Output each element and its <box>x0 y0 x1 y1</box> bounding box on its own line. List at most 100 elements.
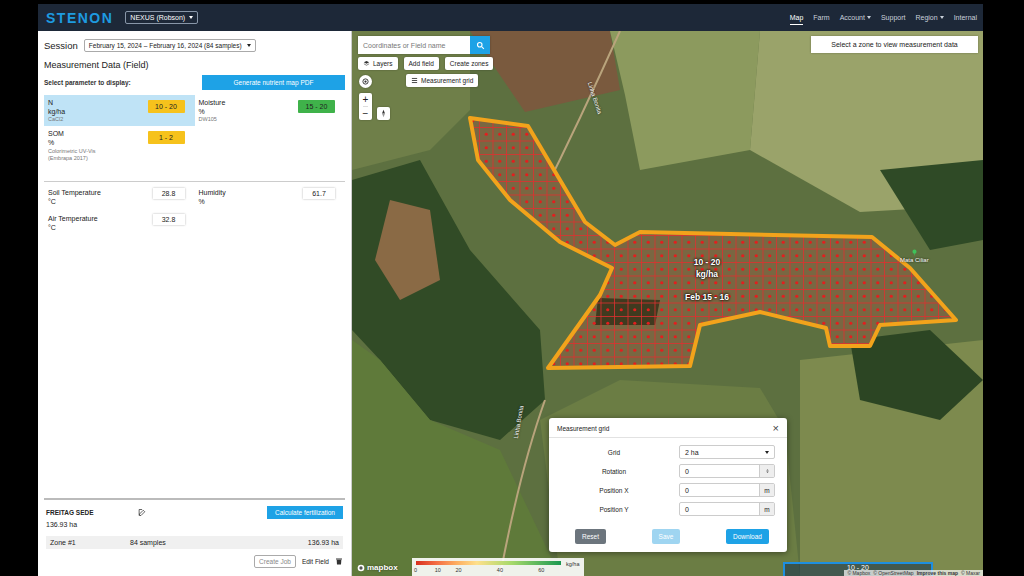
parameter-text: SOM%Colorimetric UV-Vis(Embrapa 2017) <box>48 129 96 161</box>
parameter-option[interactable]: Moisture%DW10515 - 20 <box>195 95 346 126</box>
tool-button[interactable]: Add field <box>404 57 439 70</box>
sample-dot <box>660 295 663 298</box>
sample-dot <box>566 227 569 230</box>
grid-button-label: Measurement grid <box>421 77 473 84</box>
session-select[interactable]: February 15, 2024 – February 16, 2024 (8… <box>84 39 256 52</box>
map-toolbar: Layers Add field Create zones <box>358 57 493 70</box>
reading-unit: °C <box>48 223 98 232</box>
caret-icon <box>247 44 251 47</box>
parameter-option[interactable]: Nkg/haCaCl210 - 20 <box>44 95 195 126</box>
nav-item[interactable]: Region <box>915 11 943 25</box>
nav-item[interactable]: Support <box>881 11 906 25</box>
grid-line <box>709 110 710 372</box>
legend-tick: 40 <box>497 567 503 573</box>
close-button[interactable]: × <box>773 423 779 433</box>
zoom-in-button[interactable]: + <box>363 93 369 107</box>
account-select[interactable]: NEXUS (Robson) <box>125 11 198 24</box>
nav-item[interactable]: Account <box>840 11 871 25</box>
sample-dot <box>687 281 690 284</box>
sample-dot <box>701 281 704 284</box>
parameter-prompt: Select parameter to display: <box>44 79 131 86</box>
setting-input[interactable]: 0m <box>679 502 775 516</box>
parameter-method: Colorimetric UV-Vis <box>48 148 96 155</box>
reading-name: Soil Temperature <box>48 188 101 197</box>
nav-label: Region <box>915 14 937 21</box>
sample-dot <box>566 214 569 217</box>
search-button[interactable] <box>470 36 490 54</box>
sample-dot <box>849 241 852 244</box>
grid-line <box>587 110 588 372</box>
setting-input[interactable]: 2 ha <box>679 445 775 459</box>
sample-dot <box>687 268 690 271</box>
nav-item[interactable]: Farm <box>813 11 829 25</box>
sample-dot <box>822 295 825 298</box>
app: STENONNEXUS (Robson)MapFarmAccountSuppor… <box>38 4 983 576</box>
legend-scale: 010204060 <box>416 561 561 575</box>
compass-button[interactable] <box>377 107 390 120</box>
nav-label: Support <box>881 14 906 21</box>
spinner[interactable] <box>759 465 774 477</box>
legend-unit: kg/ha <box>566 561 579 567</box>
sample-dot <box>674 241 677 244</box>
setting-label: Grid <box>549 449 679 456</box>
sample-dot <box>836 322 839 325</box>
mapbox-icon <box>357 564 365 572</box>
action-button[interactable]: Create Job <box>254 555 296 568</box>
setting-label: Position Y <box>549 506 679 513</box>
search-bar: Coordinates or Field name <box>358 36 490 54</box>
sample-dot <box>620 322 623 325</box>
pdf-button[interactable]: Generate nutrient map PDF <box>202 75 345 90</box>
attribution-link[interactable]: Improve this map <box>917 570 958 576</box>
nav-item[interactable]: Map <box>790 11 804 25</box>
grid-line <box>830 110 831 372</box>
locate-button[interactable] <box>359 75 372 88</box>
map[interactable]: Coordinates or Field name Layers Add field… <box>352 31 983 576</box>
terrain-patch <box>880 160 983 250</box>
attribution-link[interactable]: © OpenStreetMap <box>873 570 913 576</box>
parameter-option[interactable]: SOM%Colorimetric UV-Vis(Embrapa 2017)1 -… <box>44 126 195 164</box>
sample-dot <box>687 308 690 311</box>
terrain-patch <box>375 200 440 300</box>
setting-input[interactable]: 0m <box>679 483 775 497</box>
attribution-link[interactable]: © Mapbox <box>847 570 870 576</box>
trash-icon[interactable] <box>335 557 343 566</box>
session-label: Session <box>44 40 78 51</box>
map-legend: 010204060 kg/ha <box>412 558 584 576</box>
calculate-button[interactable]: Calculate fertilization <box>267 506 343 519</box>
legend-gradient <box>416 561 561 565</box>
grid-line <box>460 330 962 331</box>
search-input[interactable]: Coordinates or Field name <box>358 36 470 54</box>
sample-dot <box>768 241 771 244</box>
sample-dot <box>512 187 515 190</box>
grid-button[interactable]: Measurement grid <box>406 74 478 87</box>
dialog-header: Measurement grid× <box>549 418 787 438</box>
parameter-name: Moisture <box>199 98 226 107</box>
sample-dot <box>714 254 717 257</box>
sample-dot <box>525 160 528 163</box>
sample-dot <box>863 322 866 325</box>
sample-dot <box>863 308 866 311</box>
zoom-out-button[interactable]: − <box>363 107 369 120</box>
mapbox-wordmark: mapbox <box>367 563 398 572</box>
zone-row[interactable]: Zone #184 samples136.93 ha <box>46 536 343 549</box>
tool-button[interactable]: Layers <box>358 57 398 70</box>
dialog-button[interactable]: Reset <box>575 529 606 544</box>
setting-input[interactable]: 0 <box>679 464 775 478</box>
action-button[interactable]: Edit Field <box>302 558 329 565</box>
setting-value: 0 <box>680 465 759 477</box>
dialog-button[interactable]: Download <box>726 529 769 544</box>
sample-dot <box>782 241 785 244</box>
nav-item[interactable]: Internal <box>954 11 977 25</box>
badge-text: 15 - 20 <box>306 103 328 110</box>
sample-dot <box>755 268 758 271</box>
sample-dot <box>620 362 623 365</box>
button-state: Save <box>659 533 674 540</box>
attribution-link[interactable]: © Maxar <box>961 570 980 576</box>
sample-dot <box>674 268 677 271</box>
edit-icon[interactable] <box>138 508 147 517</box>
tool-button[interactable]: Create zones <box>445 57 494 70</box>
sample-dot <box>620 281 623 284</box>
sample-dot <box>620 335 623 338</box>
grid-line <box>857 110 858 372</box>
field-area: 136.93 ha <box>46 521 343 528</box>
